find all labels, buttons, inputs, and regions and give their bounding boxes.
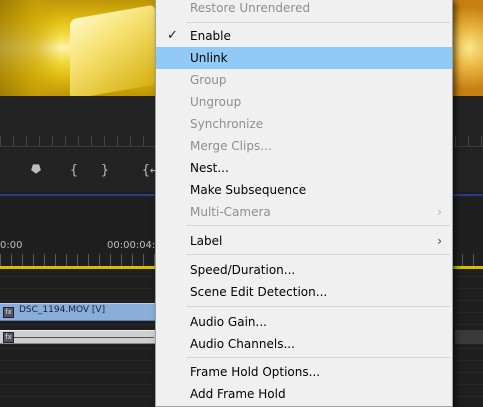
menu-separator [186,22,450,23]
menu-item-frame-hold-options[interactable]: Frame Hold Options... [156,361,452,383]
fx-badge-icon: fx [3,332,14,343]
menu-item-audio-gain[interactable]: Audio Gain... [156,311,452,333]
menu-item-label: Enable [190,29,231,43]
preview-object-right [450,0,483,96]
fx-badge-icon: fx [3,307,14,318]
audio-clip[interactable]: fx [0,330,156,344]
menu-item-label: Speed/Duration... [190,263,296,277]
clip-context-menu: Restore Unrendered ✓ Enable Unlink Group… [155,0,453,407]
audio-clip-right[interactable] [455,330,483,344]
menu-item-label: Audio Gain... [190,315,267,329]
menu-item-label: Multi-Camera [190,205,271,219]
audio-waveform [14,337,154,338]
menu-item-label: Synchronize [190,117,264,131]
timecode-label: 00:00:04:2 [107,240,162,251]
work-area-bar[interactable] [0,266,156,269]
menu-item-label: Merge Clips... [190,139,272,153]
menu-item-label: Group [190,73,227,87]
video-clip-label: DSC_1194.MOV [V] [19,305,106,315]
menu-item-group[interactable]: Group [156,69,452,91]
menu-item-label: Scene Edit Detection... [190,285,328,299]
menu-separator [186,225,450,226]
menu-item-label: Restore Unrendered [190,1,311,15]
menu-separator [186,306,450,307]
menu-item-nest[interactable]: Nest... [156,157,452,179]
menu-item-add-frame-hold[interactable]: Add Frame Hold [156,383,452,405]
menu-item-label: Add Frame Hold [190,387,286,401]
chevron-right-icon: › [437,234,442,248]
menu-item-label: Ungroup [190,95,242,109]
menu-item-label: Audio Channels... [190,337,295,351]
menu-item-unlink[interactable]: Unlink [156,47,452,69]
menu-item-label: Nest... [190,161,229,175]
menu-item-ungroup[interactable]: Ungroup [156,91,452,113]
menu-item-synchronize[interactable]: Synchronize [156,113,452,135]
menu-item-label: Frame Hold Options... [190,365,321,379]
menu-item-label-submenu[interactable]: Label › [156,230,452,252]
work-area-bar-right[interactable] [450,266,483,269]
menu-item-enable[interactable]: ✓ Enable [156,25,452,47]
menu-separator [186,254,450,255]
preview-shadow [0,0,60,96]
menu-item-speed-duration[interactable]: Speed/Duration... [156,259,452,281]
menu-separator [186,357,450,358]
menu-item-label: Unlink [190,51,228,65]
menu-item-restore-unrendered[interactable]: Restore Unrendered [156,0,452,19]
add-marker-icon[interactable]: ⯂ [30,163,40,178]
chevron-right-icon: › [437,205,442,219]
mark-out-icon[interactable]: } [101,163,109,178]
video-clip[interactable]: fx DSC_1194.MOV [V] [0,303,156,321]
menu-item-audio-channels[interactable]: Audio Channels... [156,333,452,355]
menu-item-make-subsequence[interactable]: Make Subsequence [156,179,452,201]
timecode-label: 0:00 [0,240,23,251]
menu-item-label: Label [190,234,223,248]
menu-item-multi-camera[interactable]: Multi-Camera › [156,201,452,223]
menu-item-label: Make Subsequence [190,183,307,197]
preview-object [70,4,155,96]
menu-item-merge-clips[interactable]: Merge Clips... [156,135,452,157]
menu-item-scene-edit-detection[interactable]: Scene Edit Detection... [156,281,452,303]
mark-in-icon[interactable]: { [70,163,78,178]
check-icon: ✓ [167,28,178,43]
